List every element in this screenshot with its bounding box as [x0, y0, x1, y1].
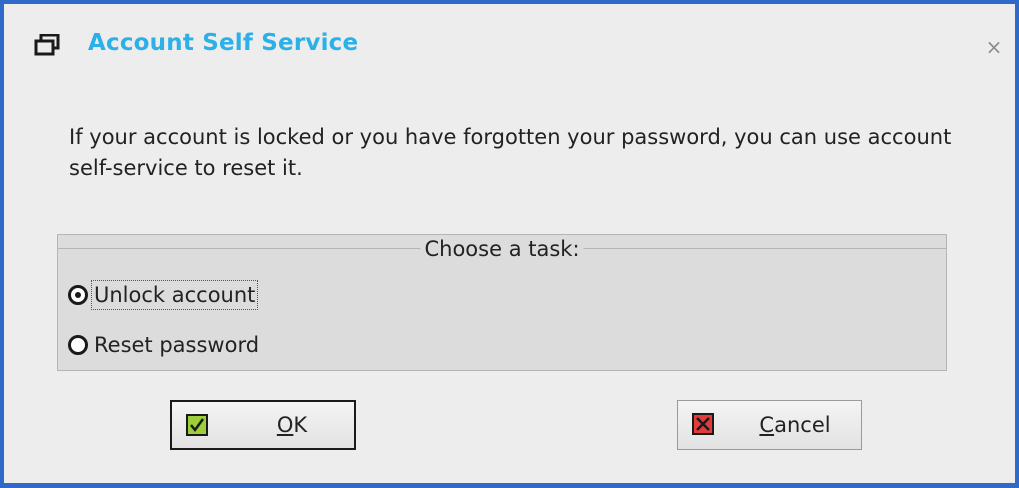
radio-button-selected[interactable]	[68, 285, 88, 305]
red-x-icon	[692, 413, 714, 435]
radio-unlock-account[interactable]: Unlock account	[68, 278, 259, 312]
dialog-title: Account Self Service	[88, 30, 359, 56]
account-self-service-dialog: Account Self Service × If your account i…	[0, 0, 1019, 488]
radio-button-unselected[interactable]	[68, 335, 88, 355]
instruction-text: If your account is locked or you have fo…	[69, 125, 952, 180]
green-check-icon	[186, 414, 208, 436]
title-bar[interactable]: Account Self Service ×	[4, 4, 1015, 82]
ok-label-rest: K	[293, 413, 308, 437]
ok-mnemonic: O	[276, 413, 294, 437]
ok-button[interactable]: OK	[170, 400, 356, 450]
cancel-mnemonic: C	[759, 413, 775, 437]
choose-task-group: Choose a task: Unlock account Reset pass…	[57, 234, 947, 371]
group-legend: Choose a task:	[420, 237, 584, 261]
radio-reset-password[interactable]: Reset password	[68, 328, 261, 362]
ok-label: OK	[262, 413, 322, 437]
radio-label-unlock: Unlock account	[90, 280, 259, 310]
cancel-label-rest: ancel	[774, 413, 831, 437]
cancel-button[interactable]: Cancel	[677, 400, 862, 450]
close-icon[interactable]: ×	[981, 34, 1007, 60]
cancel-label: Cancel	[750, 413, 840, 437]
restore-windows-icon	[34, 34, 60, 56]
radio-label-reset: Reset password	[94, 333, 260, 357]
